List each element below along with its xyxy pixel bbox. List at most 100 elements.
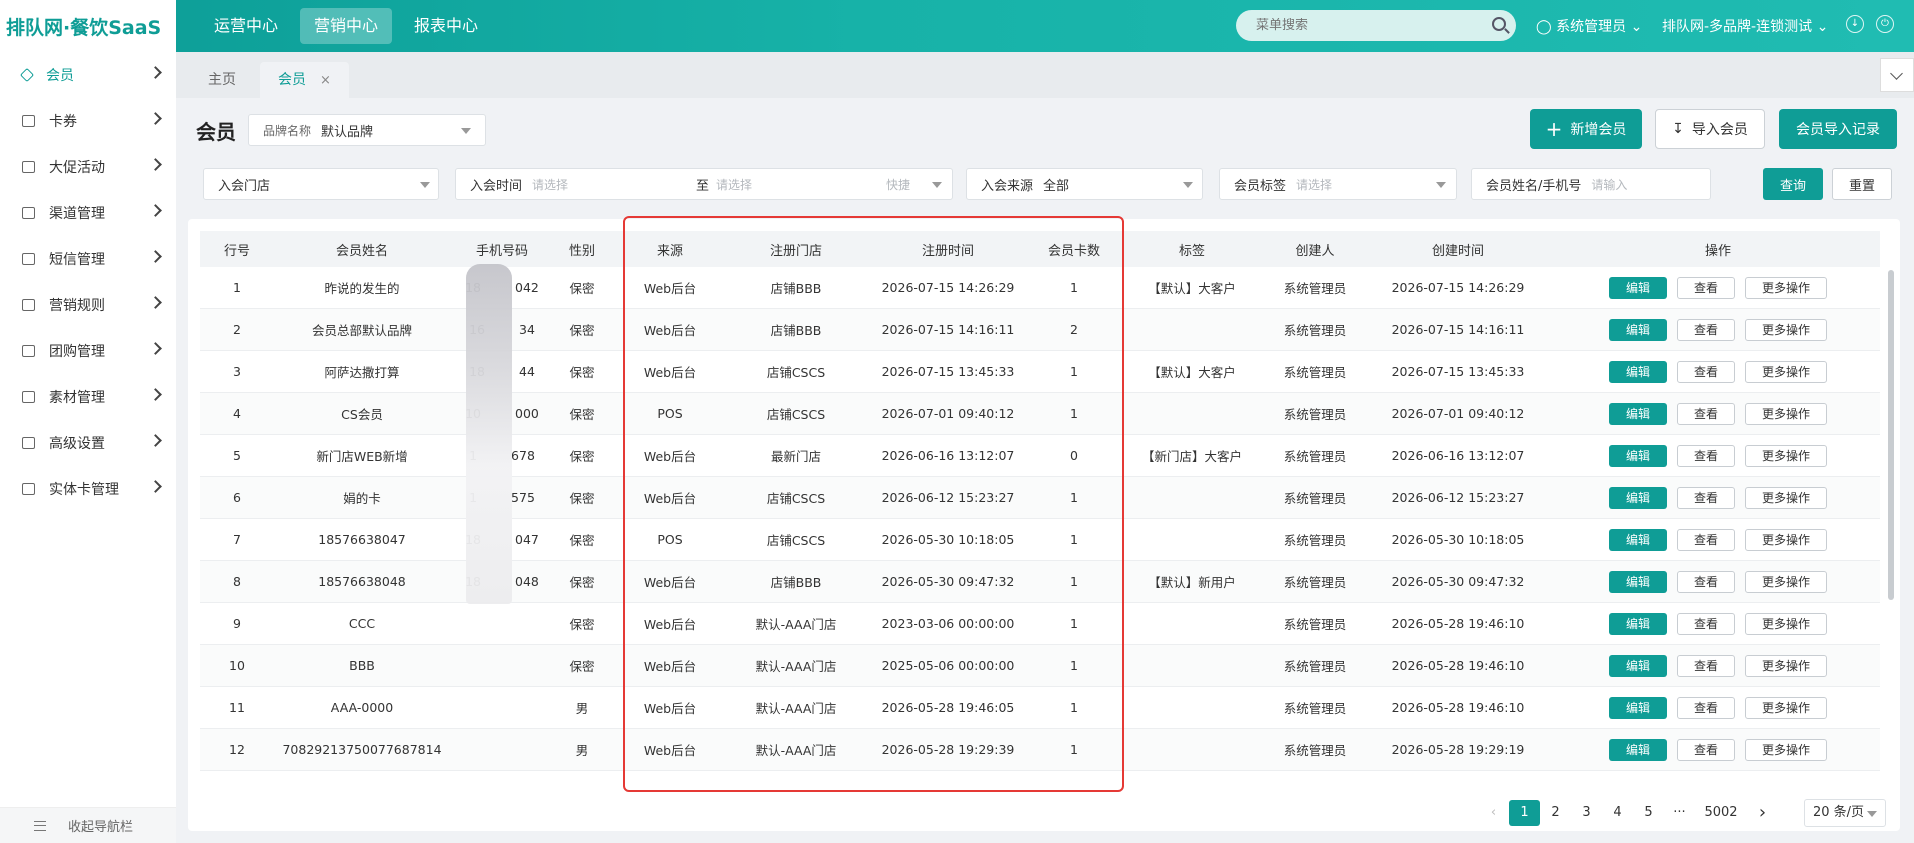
view-button[interactable]: 查看 — [1677, 444, 1735, 467]
more-actions-button[interactable]: 更多操作 — [1745, 276, 1827, 299]
sidebar-item-rules[interactable]: 营销规则 — [0, 282, 176, 328]
edit-button[interactable]: 编辑 — [1609, 318, 1667, 341]
edit-button[interactable]: 编辑 — [1609, 276, 1667, 299]
user-menu[interactable]: ◯ 系统管理员 ⌄ — [1536, 16, 1642, 36]
more-actions-button[interactable]: 更多操作 — [1745, 696, 1827, 719]
table-scrollbar[interactable] — [1888, 270, 1894, 600]
view-button[interactable]: 查看 — [1677, 654, 1735, 677]
tab-members[interactable]: 会员 × — [260, 62, 349, 98]
register-store: 默认-AAA门店 — [755, 617, 837, 632]
sidebar-item-groupbuy[interactable]: 团购管理 — [0, 328, 176, 374]
download-icon[interactable]: ↓ — [1846, 15, 1864, 33]
power-icon[interactable]: ⏻ — [1876, 15, 1894, 33]
join-time-start[interactable]: 请选择 — [532, 176, 696, 193]
source: Web后台 — [643, 617, 697, 632]
tenant-switcher[interactable]: 排队网-多品牌-连锁测试 ⌄ — [1662, 16, 1828, 36]
join-time-end[interactable]: 请选择 — [716, 176, 886, 193]
menu-search-input[interactable] — [1256, 18, 1486, 33]
sidebar-item-coupons[interactable]: 卡券 — [0, 98, 176, 144]
more-actions-button[interactable]: 更多操作 — [1745, 444, 1827, 467]
sidebar-item-members[interactable]: 会员 — [0, 52, 176, 98]
page-5[interactable]: 5 — [1633, 800, 1664, 826]
edit-button[interactable]: 编辑 — [1609, 654, 1667, 677]
tabs-dropdown-button[interactable] — [1880, 58, 1914, 92]
view-button[interactable]: 查看 — [1677, 570, 1735, 593]
top-nav-reports[interactable]: 报表中心 — [400, 8, 492, 44]
source-filter[interactable]: 入会来源 全部 — [966, 168, 1203, 200]
query-button[interactable]: 查询 — [1763, 168, 1823, 200]
brand-select[interactable]: 品牌名称 默认品牌 — [248, 114, 486, 146]
page-last[interactable]: 5002 — [1695, 800, 1747, 826]
view-button[interactable]: 查看 — [1677, 360, 1735, 383]
edit-button[interactable]: 编辑 — [1609, 528, 1667, 551]
member-name: 昨说的发生的 — [324, 281, 400, 296]
add-member-button[interactable]: + 新增会员 — [1530, 109, 1642, 149]
more-actions-button[interactable]: 更多操作 — [1745, 570, 1827, 593]
row-actions: 编辑 查看 更多操作 — [1556, 402, 1880, 425]
view-button[interactable]: 查看 — [1677, 528, 1735, 551]
view-button[interactable]: 查看 — [1677, 738, 1735, 761]
more-actions-button[interactable]: 更多操作 — [1745, 360, 1827, 383]
view-button[interactable]: 查看 — [1677, 276, 1735, 299]
sidebar-item-advanced[interactable]: 高级设置 — [0, 420, 176, 466]
phone-suffix: 44 — [519, 364, 535, 379]
page-ellipsis[interactable]: ··· — [1664, 800, 1695, 826]
sidebar-item-materials[interactable]: 素材管理 — [0, 374, 176, 420]
more-actions-button[interactable]: 更多操作 — [1745, 318, 1827, 341]
name-phone-input[interactable]: 请输入 — [1591, 176, 1627, 193]
sidebar-item-physical-cards[interactable]: 实体卡管理 — [0, 466, 176, 512]
top-nav-marketing[interactable]: 营销中心 — [300, 8, 393, 44]
collapse-nav-button[interactable]: 收起导航栏 — [0, 807, 176, 843]
edit-button[interactable]: 编辑 — [1609, 570, 1667, 593]
tab-home[interactable]: 主页 — [190, 62, 254, 98]
page-1[interactable]: 1 — [1509, 800, 1540, 826]
edit-button[interactable]: 编辑 — [1609, 486, 1667, 509]
edit-button[interactable]: 编辑 — [1609, 696, 1667, 719]
sidebar-item-label: 实体卡管理 — [49, 482, 119, 498]
more-actions-button[interactable]: 更多操作 — [1745, 528, 1827, 551]
page-3[interactable]: 3 — [1571, 800, 1602, 826]
menu-search — [1236, 10, 1516, 41]
more-actions-button[interactable]: 更多操作 — [1745, 654, 1827, 677]
next-page-button[interactable]: › — [1747, 800, 1778, 826]
page-2[interactable]: 2 — [1540, 800, 1571, 826]
close-icon[interactable]: × — [320, 73, 331, 88]
view-button[interactable]: 查看 — [1677, 486, 1735, 509]
column-header: 创建时间 — [1431, 243, 1484, 259]
edit-button[interactable]: 编辑 — [1609, 402, 1667, 425]
view-button[interactable]: 查看 — [1677, 402, 1735, 425]
more-actions-button[interactable]: 更多操作 — [1745, 738, 1827, 761]
view-button[interactable]: 查看 — [1677, 612, 1735, 635]
join-time-filter[interactable]: 入会时间 请选择 至 请选择 快捷 — [455, 168, 953, 200]
quick-range-select[interactable]: 快捷 — [886, 176, 910, 193]
register-time: 2025-05-06 00:00:00 — [881, 658, 1015, 673]
tab-home-label: 主页 — [208, 72, 236, 88]
reset-button[interactable]: 重置 — [1832, 168, 1892, 200]
sidebar-item-channels[interactable]: 渠道管理 — [0, 190, 176, 236]
sidebar-item-sms[interactable]: 短信管理 — [0, 236, 176, 282]
more-actions-button[interactable]: 更多操作 — [1745, 612, 1827, 635]
edit-button[interactable]: 编辑 — [1609, 738, 1667, 761]
top-nav-ops[interactable]: 运营中心 — [200, 8, 292, 44]
store-filter[interactable]: 入会门店 — [203, 168, 439, 200]
edit-button[interactable]: 编辑 — [1609, 612, 1667, 635]
join-time-separator: 至 — [696, 178, 710, 194]
tag-filter[interactable]: 会员标签 请选择 — [1219, 168, 1457, 200]
register-time: 2026-06-16 13:12:07 — [881, 448, 1015, 463]
view-button[interactable]: 查看 — [1677, 318, 1735, 341]
import-member-button[interactable]: ↧ 导入会员 — [1655, 109, 1765, 149]
tag: 【默认】新用户 — [1148, 575, 1236, 590]
more-actions-button[interactable]: 更多操作 — [1745, 402, 1827, 425]
prev-page-button[interactable]: ‹ — [1478, 800, 1509, 826]
view-button[interactable]: 查看 — [1677, 696, 1735, 719]
page-4[interactable]: 4 — [1602, 800, 1633, 826]
edit-button[interactable]: 编辑 — [1609, 360, 1667, 383]
search-icon[interactable] — [1492, 17, 1506, 31]
import-log-button[interactable]: 会员导入记录 — [1779, 109, 1897, 149]
chevron-down-icon: ⌄ — [1630, 19, 1643, 35]
sidebar-item-promotions[interactable]: 大促活动 — [0, 144, 176, 190]
more-actions-button[interactable]: 更多操作 — [1745, 486, 1827, 509]
name-phone-filter[interactable]: 会员姓名/手机号 请输入 — [1471, 168, 1711, 200]
page-size-select[interactable]: 20 条/页 — [1804, 799, 1886, 827]
edit-button[interactable]: 编辑 — [1609, 444, 1667, 467]
